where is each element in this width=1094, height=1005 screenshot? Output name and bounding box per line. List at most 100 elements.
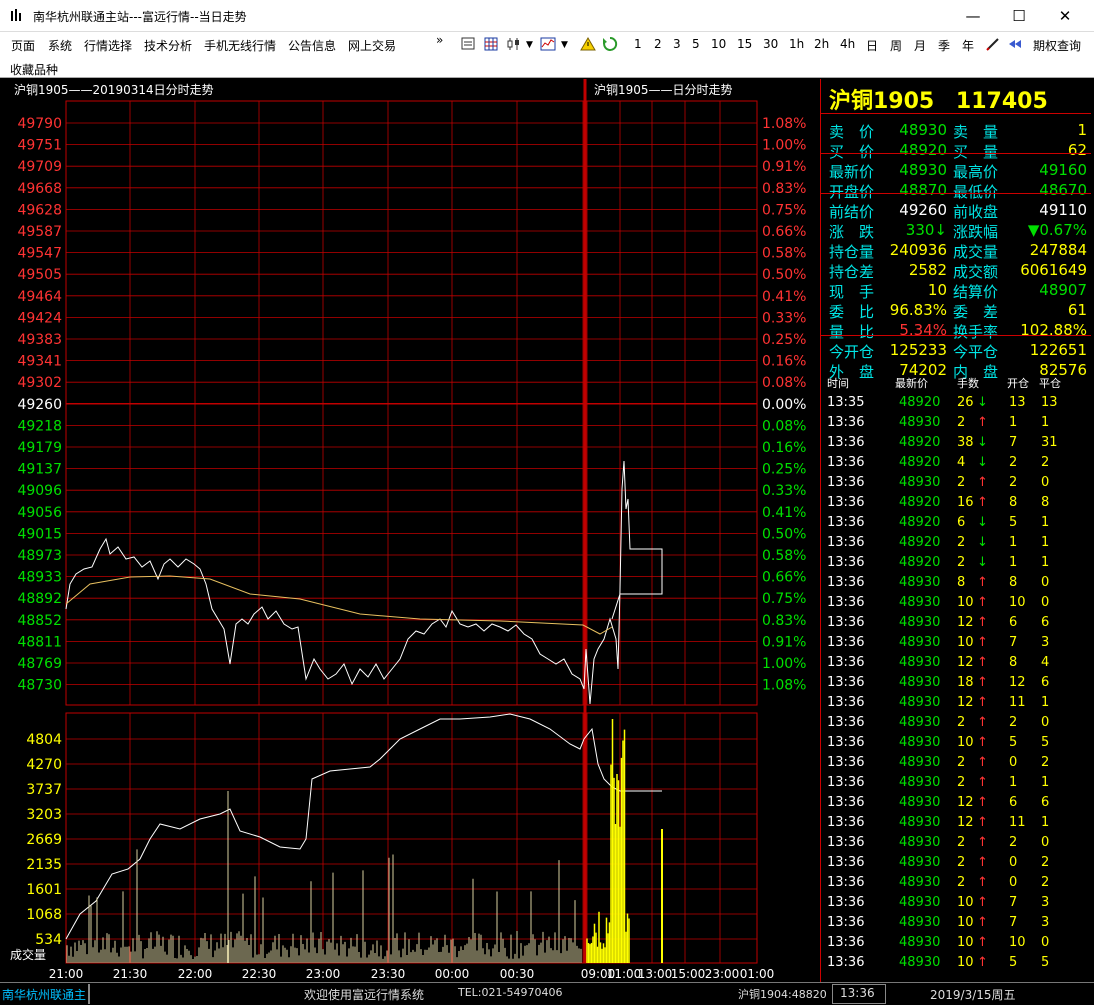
tick-close: 4 bbox=[1041, 655, 1050, 670]
tick-row: 13:36 48920 2 ↓ 1 1 bbox=[827, 553, 1089, 573]
contract-code: 117405 bbox=[955, 89, 1048, 114]
period-quarter[interactable]: 季 bbox=[938, 37, 950, 54]
time-tick-label: 23:00 bbox=[306, 967, 341, 981]
average-price-line bbox=[65, 575, 613, 635]
tick-open: 0 bbox=[1009, 875, 1018, 890]
period-week[interactable]: 周 bbox=[890, 37, 902, 54]
refresh-icon[interactable] bbox=[602, 36, 618, 52]
tick-close: 2 bbox=[1041, 455, 1050, 470]
menu-system[interactable]: 系统 bbox=[48, 37, 72, 54]
tick-direction: ↑ bbox=[977, 575, 988, 590]
price-tick-label: 48933 bbox=[17, 570, 62, 586]
tick-time: 13:36 bbox=[827, 635, 865, 650]
maximize-button[interactable]: ☐ bbox=[996, 0, 1042, 32]
pen-draw-icon[interactable] bbox=[985, 36, 1001, 52]
period-2h[interactable]: 2h bbox=[814, 37, 829, 51]
period-2min[interactable]: 2 bbox=[654, 37, 662, 51]
period-10min[interactable]: 10 bbox=[711, 37, 726, 51]
period-1h[interactable]: 1h bbox=[789, 37, 804, 51]
tick-volume: 10 bbox=[957, 735, 974, 750]
menu-announcements[interactable]: 公告信息 bbox=[288, 37, 336, 54]
menu-favorites[interactable]: 收藏品种 bbox=[10, 61, 58, 78]
period-15min[interactable]: 15 bbox=[737, 37, 752, 51]
tick-price: 48930 bbox=[899, 635, 941, 650]
tick-direction: ↑ bbox=[977, 595, 988, 610]
tick-price: 48920 bbox=[899, 495, 941, 510]
tick-time: 13:36 bbox=[827, 915, 865, 930]
menu-page[interactable]: 页面 bbox=[11, 37, 35, 54]
tick-row: 13:36 48930 8 ↑ 8 0 bbox=[827, 573, 1089, 593]
period-3min[interactable]: 3 bbox=[673, 37, 681, 51]
menu-more-chevron-icon[interactable]: » bbox=[436, 33, 443, 47]
time-tick-label: 23:00 bbox=[705, 967, 740, 981]
price-tick-label: 49096 bbox=[17, 483, 62, 499]
tick-open: 5 bbox=[1009, 955, 1018, 970]
quote-label: 今平仓 bbox=[953, 343, 999, 361]
minimize-button[interactable]: — bbox=[950, 0, 996, 32]
percent-tick-label: 0.66% bbox=[762, 570, 806, 586]
tick-close: 2 bbox=[1041, 875, 1050, 890]
quote-row: 量 比 5.34% 换手率 102.88% bbox=[829, 321, 1087, 341]
menu-quote-select[interactable]: 行情选择 bbox=[84, 37, 132, 54]
tick-open: 8 bbox=[1009, 655, 1018, 670]
rewind-icon[interactable] bbox=[1007, 36, 1023, 52]
tick-price: 48930 bbox=[899, 815, 941, 830]
notes-icon[interactable] bbox=[460, 36, 476, 52]
percent-tick-label: 0.50% bbox=[762, 267, 806, 283]
quote-value: 48930 bbox=[899, 161, 947, 179]
tick-volume: 12 bbox=[957, 795, 974, 810]
tick-close: 2 bbox=[1041, 855, 1050, 870]
candle-dropdown-chevron-icon[interactable]: ▼ bbox=[526, 40, 533, 50]
indicator-chart-icon[interactable] bbox=[540, 36, 556, 52]
quote-row: 委 比 96.83% 委 差 61 bbox=[829, 301, 1087, 321]
quote-row: 今开仓 125233 今平仓 122651 bbox=[829, 341, 1087, 361]
close-button[interactable]: ✕ bbox=[1042, 0, 1088, 32]
grid-table-icon[interactable] bbox=[483, 36, 499, 52]
tick-time: 13:36 bbox=[827, 735, 865, 750]
tick-price: 48930 bbox=[899, 855, 941, 870]
time-tick-label: 21:30 bbox=[113, 967, 148, 981]
menu-mobile-quote[interactable]: 手机无线行情 bbox=[204, 37, 276, 54]
menu-online-trading[interactable]: 网上交易 bbox=[348, 37, 396, 54]
tick-open: 5 bbox=[1009, 515, 1018, 530]
tick-volume: 4 bbox=[957, 455, 966, 470]
tick-row: 13:36 48930 10 ↑ 7 3 bbox=[827, 893, 1089, 913]
tick-list[interactable]: 13:35 48920 26 ↓ 13 13 13:36 48930 2 ↑ 1 1 13:36 4892… bbox=[827, 393, 1089, 973]
period-1min[interactable]: 1 bbox=[634, 37, 642, 51]
tick-header-time: 时间 bbox=[827, 377, 849, 390]
quote-label: 现 手 bbox=[829, 283, 875, 301]
tick-direction: ↓ bbox=[977, 535, 988, 550]
percent-tick-label: 1.00% bbox=[762, 138, 806, 154]
indicator-dropdown-chevron-icon[interactable]: ▼ bbox=[561, 40, 568, 50]
menu-tech-analysis[interactable]: 技术分析 bbox=[144, 37, 192, 54]
quote-label: 卖 价 bbox=[829, 123, 875, 141]
options-query-button[interactable]: 期权查询 bbox=[1033, 37, 1081, 54]
period-30min[interactable]: 30 bbox=[763, 37, 778, 51]
period-day[interactable]: 日 bbox=[866, 37, 878, 54]
period-4h[interactable]: 4h bbox=[840, 37, 855, 51]
warning-icon[interactable] bbox=[580, 36, 596, 52]
tick-header-open: 开仓 bbox=[1007, 377, 1029, 390]
status-ticker: 沪铜1904:48820 bbox=[738, 988, 827, 1001]
percent-tick-label: 0.66% bbox=[762, 224, 806, 240]
tick-row: 13:36 48920 6 ↓ 5 1 bbox=[827, 513, 1089, 533]
intraday-chart[interactable]: 49790 1.08% 49751 1.00% 49709 0.91% 49668 0.83%… bbox=[0, 79, 820, 982]
tick-direction: ↑ bbox=[977, 735, 988, 750]
period-year[interactable]: 年 bbox=[962, 37, 974, 54]
period-month[interactable]: 月 bbox=[914, 37, 926, 54]
tick-direction: ↑ bbox=[977, 495, 988, 510]
status-marquee: 南华杭州联通主 bbox=[2, 988, 87, 1002]
tick-close: 13 bbox=[1041, 395, 1058, 410]
percent-tick-label: 0.08% bbox=[762, 418, 806, 434]
period-5min[interactable]: 5 bbox=[692, 37, 700, 51]
price-panel-frame bbox=[65, 100, 758, 706]
percent-tick-label: 0.75% bbox=[762, 202, 806, 218]
tick-volume: 2 bbox=[957, 715, 966, 730]
chart-header-right: 沪铜1905——日分时走势 bbox=[594, 82, 733, 97]
candlestick-icon[interactable] bbox=[506, 36, 522, 52]
quote-label: 最高价 bbox=[953, 163, 999, 181]
tick-time: 13:36 bbox=[827, 835, 865, 850]
price-tick-label: 48973 bbox=[17, 548, 62, 564]
percent-tick-label: 0.91% bbox=[762, 634, 806, 650]
status-time: 13:36 bbox=[840, 986, 875, 1000]
